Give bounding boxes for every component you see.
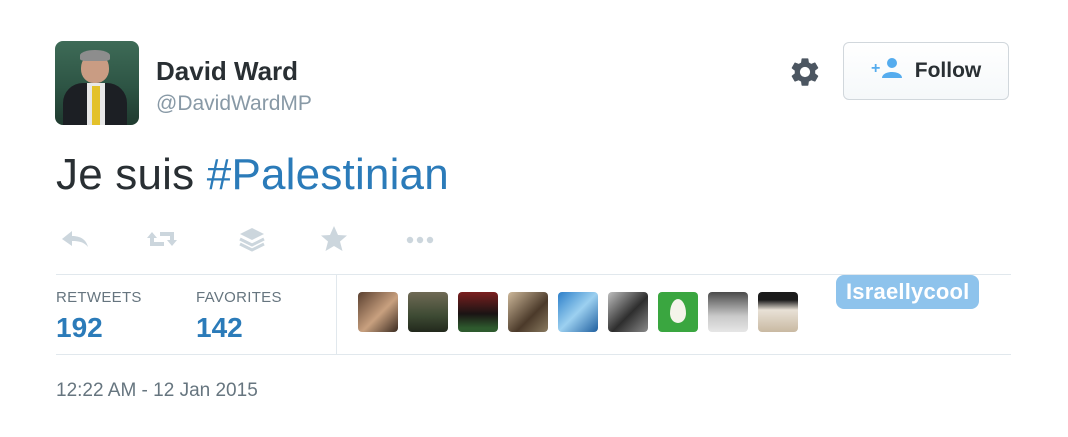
stats-bottom-divider bbox=[56, 354, 1011, 355]
avatar-tie bbox=[92, 86, 100, 125]
follow-user-icon: + bbox=[871, 56, 905, 86]
tweet-text-prefix: Je suis bbox=[56, 150, 207, 199]
favoriter-avatar[interactable] bbox=[758, 292, 798, 332]
favoriter-avatar[interactable] bbox=[458, 292, 498, 332]
star-icon[interactable] bbox=[316, 222, 352, 256]
tweet-timestamp[interactable]: 12:22 AM - 12 Jan 2015 bbox=[56, 380, 258, 402]
author-handle[interactable]: @DavidWardMP bbox=[156, 92, 312, 116]
follow-button[interactable]: + Follow bbox=[843, 42, 1009, 100]
favoriter-avatar[interactable] bbox=[508, 292, 548, 332]
reply-icon[interactable] bbox=[58, 222, 94, 256]
avatar-hair bbox=[80, 50, 110, 61]
author-name[interactable]: David Ward bbox=[156, 56, 298, 87]
favorites-label: FAVORITES bbox=[196, 289, 282, 306]
author-avatar[interactable] bbox=[55, 41, 139, 125]
tweet-text: Je suis #Palestinian bbox=[56, 150, 449, 200]
favoriter-avatar[interactable] bbox=[358, 292, 398, 332]
favoriter-avatar[interactable] bbox=[558, 292, 598, 332]
favoriters-avatars bbox=[358, 292, 798, 332]
favoriter-avatar[interactable] bbox=[408, 292, 448, 332]
retweet-icon[interactable] bbox=[144, 222, 180, 256]
retweets-label: RETWEETS bbox=[56, 289, 142, 306]
follow-button-label: Follow bbox=[914, 59, 982, 82]
favorites-count[interactable]: 142 bbox=[196, 312, 243, 344]
hashtag-link[interactable]: #Palestinian bbox=[207, 150, 449, 199]
favoriter-avatar[interactable] bbox=[708, 292, 748, 332]
stats-separator bbox=[336, 275, 337, 355]
gear-icon[interactable] bbox=[788, 55, 822, 89]
svg-text:+: + bbox=[871, 60, 880, 77]
favoriter-avatar[interactable] bbox=[658, 292, 698, 332]
source-watermark: Israellycool bbox=[836, 275, 980, 309]
favoriter-avatar[interactable] bbox=[608, 292, 648, 332]
layers-icon[interactable] bbox=[234, 222, 270, 256]
retweets-count[interactable]: 192 bbox=[56, 312, 103, 344]
ellipsis-icon[interactable] bbox=[402, 222, 438, 256]
